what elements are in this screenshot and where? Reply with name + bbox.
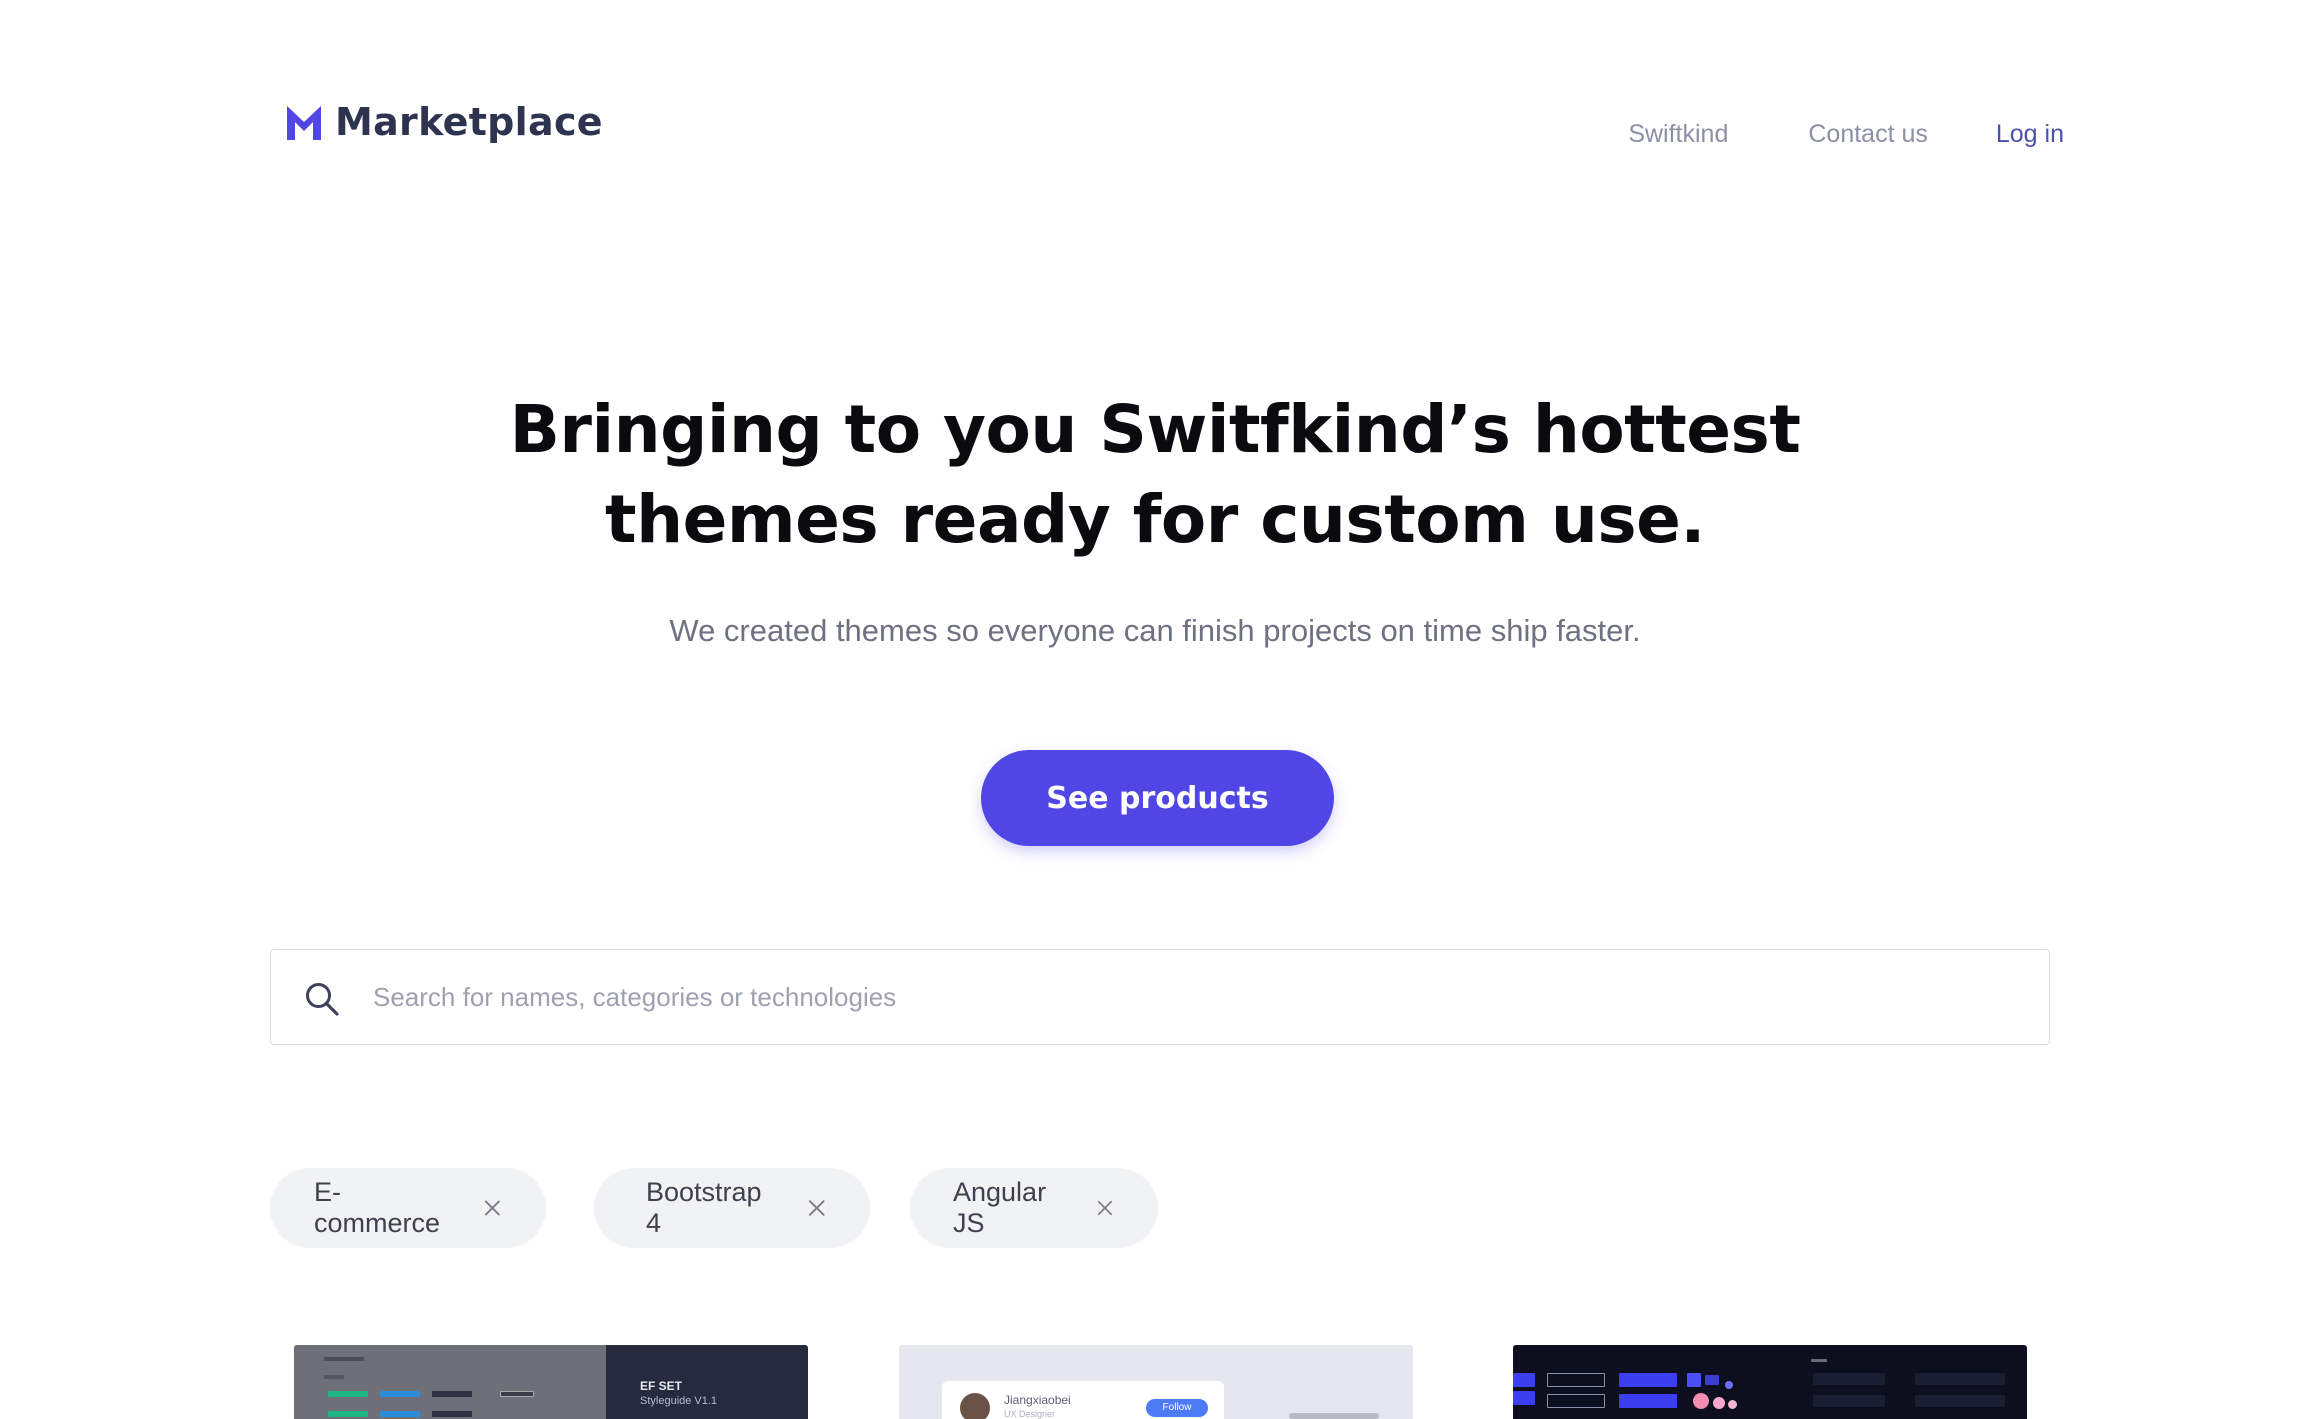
filter-chip-label: Angular JS — [953, 1177, 1047, 1238]
filter-chip-label: E-commerce — [314, 1177, 441, 1238]
nav-link-swiftkind[interactable]: Swiftkind — [1628, 120, 1728, 149]
profile-role: UX Designer — [1004, 1409, 1056, 1419]
profile-name: Jiangxiaobei — [1004, 1393, 1071, 1407]
brand-logo[interactable]: Marketplace — [287, 100, 603, 144]
product-thumbnail — [294, 1345, 606, 1419]
follow-button: Follow — [1146, 1399, 1208, 1417]
hero-subtitle: We created themes so everyone can finish… — [669, 613, 1641, 648]
hero-title-line-1: Bringing to you Switfkind’s hottest — [509, 391, 1801, 468]
card-title: EF SET — [640, 1379, 683, 1393]
product-card[interactable]: Jiangxiaobei UX Designer Follow — [899, 1345, 1413, 1419]
avatar — [960, 1393, 990, 1419]
card-subtitle: Styleguide V1.1 — [640, 1395, 718, 1407]
product-grid: EF SET Styleguide V1.1 Jiangxiaobei UX D… — [0, 1345, 2310, 1419]
brand-name: Marketplace — [335, 100, 603, 144]
filter-chip-angular-js[interactable]: Angular JS — [910, 1168, 1158, 1248]
product-thumbnail: Jiangxiaobei UX Designer Follow — [942, 1381, 1224, 1419]
close-icon[interactable] — [483, 1198, 502, 1218]
main-nav: Swiftkind Contact us Log in — [1548, 120, 2064, 149]
active-filters: E-commerce Bootstrap 4 Angular JS — [270, 1168, 1206, 1248]
product-card[interactable]: EF SET Styleguide V1.1 — [294, 1345, 808, 1419]
hero-title: Bringing to you Switfkind’s hottest them… — [0, 385, 2310, 565]
hero-section: Bringing to you Switfkind’s hottest them… — [0, 385, 2310, 649]
filter-chip-label: Bootstrap 4 — [646, 1177, 762, 1238]
hero-title-line-2: themes ready for custom use. — [605, 481, 1705, 558]
product-thumbnail-panel: EF SET Styleguide V1.1 — [606, 1345, 808, 1419]
product-card[interactable] — [1513, 1345, 2027, 1419]
close-icon[interactable] — [1096, 1198, 1114, 1218]
filter-chip-e-commerce[interactable]: E-commerce — [270, 1168, 546, 1248]
filter-chip-bootstrap-4[interactable]: Bootstrap 4 — [594, 1168, 870, 1248]
see-products-button[interactable]: See products — [981, 750, 1334, 846]
top-navigation: Marketplace Swiftkind Contact us Log in — [0, 0, 2310, 250]
search-icon — [306, 983, 339, 1016]
search-bar[interactable] — [270, 949, 2050, 1045]
nav-link-contact-us[interactable]: Contact us — [1808, 120, 1928, 149]
marketplace-logo-icon — [287, 106, 321, 140]
search-input[interactable] — [373, 950, 2013, 1044]
login-link[interactable]: Log in — [1996, 120, 2064, 149]
close-icon[interactable] — [807, 1198, 826, 1218]
